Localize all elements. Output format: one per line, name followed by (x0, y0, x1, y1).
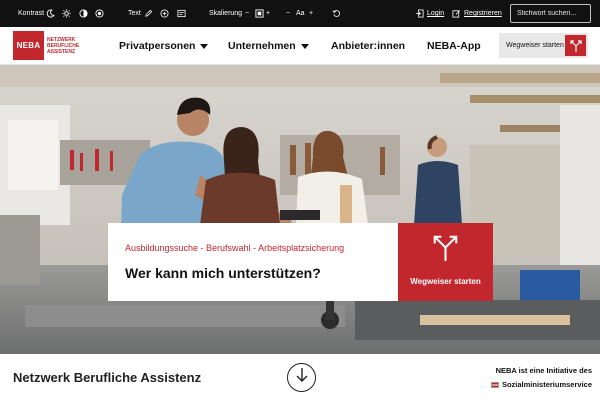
hero-section: Ausbildungssuche - Berufswahl - Arbeitsp… (0, 65, 600, 354)
reset-settings-button[interactable] (331, 0, 341, 27)
hero-kicker: Ausbildungssuche - Berufswahl - Arbeitsp… (125, 243, 345, 253)
plus-icon: + (309, 10, 314, 17)
nav-item-privatpersonen[interactable]: Privatpersonen (119, 27, 209, 65)
minus-icon: − (286, 10, 291, 17)
invert-circle-icon (94, 9, 104, 19)
register-link[interactable]: Registrieren (451, 0, 502, 27)
signpost-arrows-icon (431, 233, 460, 267)
neba-logo[interactable]: NEBA (13, 31, 44, 60)
scroll-down-button[interactable] (287, 363, 316, 392)
edit-square-icon (451, 9, 461, 19)
nav-item-anbieterinnen[interactable]: Anbieter:innen (331, 27, 405, 65)
accessibility-toolbar: Kontrast Text Skalierung − + − Aa + Logi… (0, 0, 600, 27)
main-navigation: NEBA NETZWERK BERUFLICHE ASSISTENZ Priva… (0, 27, 600, 65)
sun-icon (61, 9, 71, 19)
arrow-down-icon (295, 367, 309, 388)
high-contrast-toggle[interactable] (78, 0, 88, 27)
scale-square-icon (254, 9, 264, 19)
text-box-icon (176, 9, 186, 19)
logo-subtitle: NETZWERK BERUFLICHE ASSISTENZ (47, 37, 80, 55)
plus-circle-icon (159, 9, 169, 19)
scale-reset-button[interactable] (254, 0, 264, 27)
signpost-arrows-icon (565, 35, 586, 56)
intro-strip: Netzwerk Berufliche Assistenz NEBA ist e… (0, 354, 600, 400)
scale-increase-button[interactable]: + (266, 0, 270, 27)
hero-headline: Wer kann mich unterstützen? (125, 265, 321, 281)
pen-icon (143, 9, 153, 19)
undo-icon (331, 9, 341, 19)
dark-mode-toggle[interactable] (45, 0, 55, 27)
nav-item-unternehmen[interactable]: Unternehmen (228, 27, 309, 65)
text-edit-button[interactable] (143, 0, 153, 27)
hero-card: Ausbildungssuche - Berufswahl - Arbeitsp… (108, 223, 398, 301)
austria-flag-icon (490, 382, 499, 388)
scale-decrease-button[interactable]: − (245, 0, 249, 27)
workshop-photo (0, 65, 600, 354)
search-input[interactable] (510, 4, 591, 23)
text-reader-button[interactable] (176, 0, 186, 27)
hero-wegweiser-button[interactable]: Wegweiser starten (398, 223, 493, 301)
font-size-label: Aa (296, 10, 305, 17)
login-icon (414, 9, 424, 19)
login-link[interactable]: Login (414, 0, 444, 27)
site-title: Netzwerk Berufliche Assistenz (13, 370, 202, 385)
text-label: Text (128, 10, 141, 17)
font-increase-button[interactable]: + (309, 0, 313, 27)
initiative-note: NEBA ist eine Initiative des Sozialminis… (470, 364, 592, 392)
wegweiser-start-button[interactable]: Wegweiser starten (499, 33, 588, 58)
text-plus-button[interactable] (159, 0, 169, 27)
caret-down-icon (300, 43, 309, 49)
font-decrease-button[interactable]: − (286, 0, 290, 27)
contrast-label: Kontrast (18, 10, 45, 17)
moon-icon (45, 9, 55, 19)
light-mode-toggle[interactable] (61, 0, 71, 27)
plus-icon: + (266, 10, 271, 17)
nav-item-neba-app[interactable]: NEBA-App (427, 27, 481, 65)
caret-down-icon (200, 43, 209, 49)
sozialministeriumservice-logo[interactable]: Sozialministeriumservice (470, 378, 592, 392)
minus-icon: − (245, 10, 250, 17)
contrast-circle-icon (78, 9, 88, 19)
grayscale-toggle[interactable] (94, 0, 104, 27)
scale-label: Skalierung (209, 10, 243, 17)
